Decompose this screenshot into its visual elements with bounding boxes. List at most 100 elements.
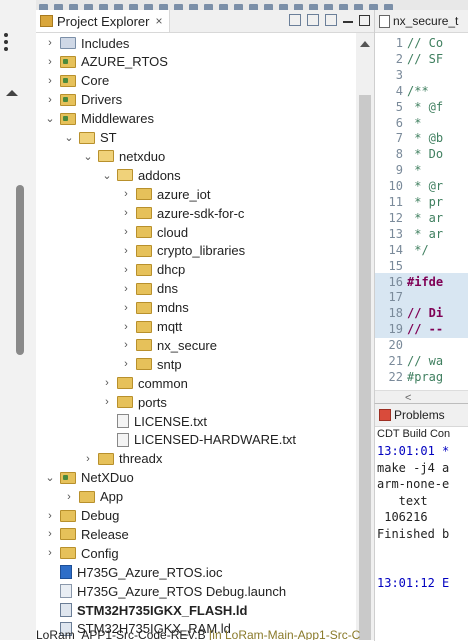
scroll-up-arrow-icon[interactable] xyxy=(6,90,18,96)
folder-icon xyxy=(136,301,152,314)
minimize-icon[interactable] xyxy=(343,21,353,23)
console-line: Finished b xyxy=(377,526,450,541)
chevron-right-icon[interactable]: › xyxy=(101,396,113,408)
tree-item[interactable]: › Includes xyxy=(44,33,129,53)
tree-item[interactable]: › dns xyxy=(120,279,178,299)
line-number: 13 xyxy=(388,226,403,241)
tree-item-label: common xyxy=(138,375,188,391)
tab-editor-file[interactable]: nx_secure_t xyxy=(375,10,468,33)
line-number: 20 xyxy=(388,338,403,353)
tree-item[interactable]: › sntp xyxy=(120,354,181,374)
tree-item[interactable]: ⌄ addons xyxy=(101,165,180,185)
tree-item[interactable]: › Release xyxy=(44,524,129,544)
browser-scrollbar-thumb[interactable] xyxy=(16,185,24,355)
tree-item[interactable]: › ports xyxy=(101,392,167,412)
tree-item-label: Debug xyxy=(81,508,120,523)
chevron-down-icon[interactable]: ⌄ xyxy=(63,131,75,144)
tree-item[interactable]: › crypto_libraries xyxy=(120,241,245,261)
chevron-right-icon[interactable]: › xyxy=(120,358,132,370)
folder-icon xyxy=(60,528,76,541)
chevron-right-icon[interactable]: › xyxy=(120,207,132,219)
tree-item[interactable]: STM32H735IGKX_FLASH.ld xyxy=(44,600,248,620)
chevron-right-icon[interactable]: › xyxy=(44,94,56,106)
tree-item[interactable]: › Debug xyxy=(44,506,119,526)
tree-item[interactable]: LICENSE.txt xyxy=(101,411,207,431)
code-line[interactable]: 22 #prag xyxy=(375,368,468,386)
chevron-right-icon[interactable]: › xyxy=(44,56,56,68)
chevron-right-icon[interactable]: › xyxy=(44,528,56,540)
project-explorer-icon xyxy=(40,15,53,27)
tree-item[interactable]: LICENSED-HARDWARE.txt xyxy=(101,430,296,450)
tree-item[interactable]: ⌄ Middlewares xyxy=(44,109,154,129)
maximize-icon[interactable] xyxy=(359,14,370,26)
tree-item[interactable]: › common xyxy=(101,373,188,393)
c-file-icon xyxy=(379,14,390,28)
tab-project-explorer[interactable]: Project Explorer × xyxy=(36,10,170,32)
tree-item[interactable]: › dhcp xyxy=(120,260,185,280)
tree-item-project-partial[interactable]: LoRam_APP1-Src-Code-REV.B [in LoRam-Main… xyxy=(36,628,374,640)
line-number: 19 xyxy=(388,322,403,337)
tree-item[interactable]: › nx_secure xyxy=(120,335,217,355)
line-number: 3 xyxy=(395,67,403,82)
explorer-scrollbar-thumb[interactable] xyxy=(359,95,371,640)
line-number: 18 xyxy=(388,306,403,321)
tree-item-label: threadx xyxy=(119,451,163,467)
tree-item[interactable]: › azure-sdk-for-c xyxy=(120,203,244,223)
code-text: * ar xyxy=(407,210,444,225)
chevron-right-icon[interactable]: › xyxy=(120,321,132,333)
tree-item[interactable]: ⌄ NetXDuo xyxy=(44,468,133,488)
tree-item[interactable]: › cloud xyxy=(120,222,188,242)
collapse-all-icon[interactable] xyxy=(289,14,301,26)
chevron-right-icon[interactable]: › xyxy=(44,37,56,49)
folder-icon xyxy=(117,169,133,182)
chevron-right-icon[interactable]: › xyxy=(101,377,113,389)
tree-item[interactable]: H735G_Azure_RTOS Debug.launch xyxy=(44,581,286,601)
line-number: 14 xyxy=(388,242,403,257)
chevron-down-icon[interactable]: ⌄ xyxy=(44,112,56,125)
tree-item[interactable]: H735G_Azure_RTOS.ioc xyxy=(44,562,222,582)
tree-item[interactable]: › Core xyxy=(44,71,109,91)
filter-icon[interactable] xyxy=(325,14,337,26)
chevron-down-icon[interactable]: ⌄ xyxy=(44,471,56,484)
code-text: * pr xyxy=(407,195,444,209)
scroll-left-arrow-icon[interactable]: < xyxy=(405,392,411,403)
chevron-right-icon[interactable]: › xyxy=(120,226,132,238)
chevron-right-icon[interactable]: › xyxy=(63,491,75,503)
tree-item[interactable]: › Config xyxy=(44,543,118,563)
tree-item[interactable]: ⌄ netxduo xyxy=(82,146,165,166)
chevron-right-icon[interactable]: › xyxy=(82,453,94,465)
chevron-down-icon[interactable]: ⌄ xyxy=(82,150,94,163)
scroll-up-arrow-icon[interactable] xyxy=(360,41,370,47)
chevron-down-icon[interactable]: ⌄ xyxy=(101,169,113,182)
tree-item[interactable]: › mdns xyxy=(120,298,189,318)
tree-item[interactable]: › Drivers xyxy=(44,90,122,110)
chevron-right-icon[interactable]: › xyxy=(44,510,56,522)
line-number: 15 xyxy=(388,258,403,273)
editor-horizontal-scrollbar[interactable]: < xyxy=(375,390,468,403)
chevron-right-icon[interactable]: › xyxy=(120,302,132,314)
chevron-right-icon[interactable]: › xyxy=(120,283,132,295)
tree-item[interactable]: ⌄ ST xyxy=(63,128,116,148)
line-number: 6 xyxy=(395,115,403,130)
tree-item[interactable]: › App xyxy=(63,487,123,507)
chevron-right-icon[interactable]: › xyxy=(120,264,132,276)
line-number: 12 xyxy=(388,210,403,225)
link-with-editor-icon[interactable] xyxy=(307,14,319,26)
explorer-scrollbar[interactable] xyxy=(356,33,374,640)
folder-icon xyxy=(136,226,152,238)
project-explorer-panel: Project Explorer × › Includes › AZURE_RTOS ›… xyxy=(36,10,374,640)
close-icon[interactable]: × xyxy=(155,14,162,28)
tree-item[interactable]: › threadx xyxy=(82,449,162,469)
tree-item-label: dns xyxy=(157,281,178,297)
chevron-right-icon[interactable]: › xyxy=(120,339,132,351)
chevron-right-icon[interactable]: › xyxy=(120,245,132,257)
tree-item[interactable]: › azure_iot xyxy=(120,184,210,204)
tab-problems[interactable]: Problems xyxy=(375,404,468,427)
chevron-right-icon[interactable]: › xyxy=(44,75,56,87)
chevron-right-icon[interactable]: › xyxy=(120,188,132,200)
chevron-right-icon[interactable]: › xyxy=(44,547,56,559)
tree-item[interactable]: › mqtt xyxy=(120,317,182,337)
code-editor[interactable]: nx_secure_t 1// Co 2// SF 3 4/** 5 * @f 6 * 7 … xyxy=(374,10,468,403)
tree-item[interactable]: › AZURE_RTOS xyxy=(44,52,168,72)
more-options-icon[interactable] xyxy=(4,30,14,52)
